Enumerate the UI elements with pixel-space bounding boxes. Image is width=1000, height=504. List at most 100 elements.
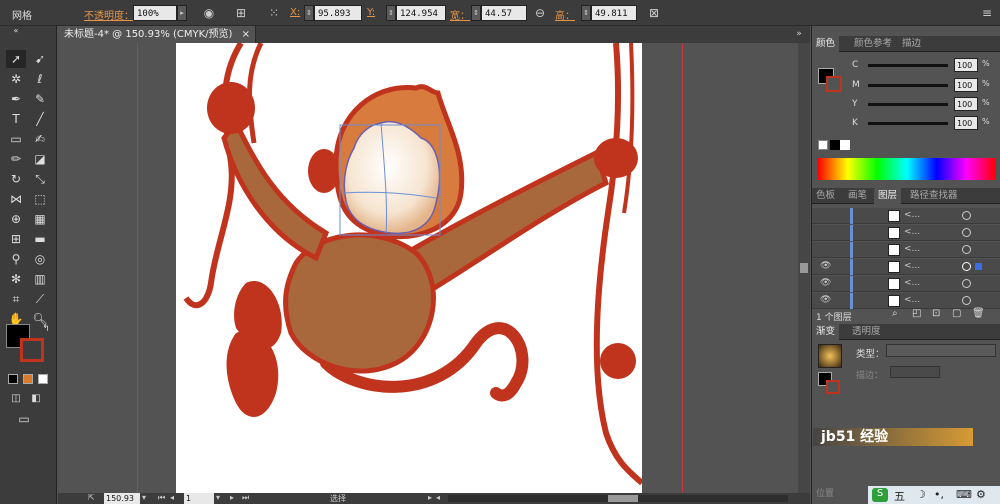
curvature-tool-icon[interactable]: ✎ [30,90,50,108]
keyboard-icon[interactable]: ⌨ [956,488,972,501]
layer-row[interactable]: 👁︎ <... [812,259,1000,275]
m-value[interactable]: 100 [954,78,978,92]
new-layer-icon[interactable]: ▢ [952,308,961,319]
opacity-field[interactable]: 100% [133,5,177,21]
horizontal-scrollbar[interactable] [448,495,788,502]
artboard[interactable] [176,43,645,493]
page-dropdown-icon[interactable]: ▾ [216,493,220,502]
blend-tool-icon[interactable]: ◎ [30,250,50,268]
slider-k[interactable]: K 100% [852,116,997,132]
x-stepper[interactable]: ⇕ [304,5,314,21]
monkey-artwork[interactable] [176,43,645,493]
zoom-dropdown-icon[interactable]: ▾ [142,493,146,502]
hscroll-thumb[interactable] [608,495,638,502]
scrollbar-thumb[interactable] [800,263,808,273]
gradient-preview-swatch[interactable] [818,344,842,368]
none-swatch[interactable] [818,140,828,150]
hscroll-left-icon[interactable]: ◂ [436,493,440,502]
scale-tool-icon[interactable]: ⤡ [30,170,50,188]
x-label[interactable]: X: [290,7,300,18]
width-stepper[interactable]: ⇕ [471,5,481,21]
mesh-tool-icon[interactable]: ⊞ [6,230,26,248]
shape-builder-tool-icon[interactable]: ⊕ [6,210,26,228]
layer-row[interactable]: <... [812,242,1000,258]
tab-gradient[interactable]: 渐变 [812,324,840,340]
lasso-tool-icon[interactable]: ℓ [30,70,50,88]
transform-grid-icon[interactable]: ⊞ [232,4,250,22]
eyedropper-tool-icon[interactable]: ⚲ [6,250,26,268]
transform-icon[interactable]: ⊠ [645,4,663,22]
direct-selection-tool-icon[interactable]: ➹ [30,50,50,68]
width-field[interactable]: 44.57 mm [481,5,527,35]
slider-y[interactable]: Y 100% [852,97,997,113]
selection-tool-icon[interactable]: ➚ [6,50,26,68]
canvas[interactable] [58,43,810,493]
prev-artboard-icon[interactable]: ◂ [170,493,174,502]
artboard-tool-icon[interactable]: ⌗ [6,290,26,308]
k-value[interactable]: 100 [954,116,978,130]
tab-stroke[interactable]: 描边 [898,36,925,52]
color-spectrum[interactable] [818,158,996,180]
moon-icon[interactable]: ☽ [916,488,926,501]
draw-mode-icon[interactable]: ◫ [6,390,26,408]
new-sublayer-icon[interactable]: ⊡ [932,308,940,319]
layer-row[interactable]: 👁︎ <... [812,276,1000,292]
rectangle-tool-icon[interactable]: ▭ [6,130,26,148]
tab-layers[interactable]: 图层 [874,188,902,204]
magic-wand-tool-icon[interactable]: ✲ [6,70,26,88]
line-tool-icon[interactable]: ╱ [30,110,50,128]
swap-colors-icon[interactable]: ↰ [36,320,56,338]
pencil-tool-icon[interactable]: ✏ [6,150,26,168]
delete-layer-icon[interactable]: 🗑︎ [972,308,985,319]
opacity-dropdown[interactable]: ▸ [177,5,187,21]
gradient-mode-icon[interactable] [23,374,33,384]
slider-c[interactable]: C 100% [852,58,997,74]
symbol-sprayer-tool-icon[interactable]: ✻ [6,270,26,288]
ime-mode-label[interactable]: 五 [894,488,905,504]
layer-row[interactable]: 👁︎ <... [812,293,1000,309]
link-proportions-icon[interactable]: ⊖ [531,4,549,22]
last-artboard-icon[interactable]: ⏭ [242,493,249,503]
tab-color[interactable]: 颜色 [812,36,840,52]
height-stepper[interactable]: ⇕ [581,5,591,21]
tab-overflow-icon[interactable]: » [790,26,808,43]
x-field[interactable]: 95.893 mm [314,5,362,35]
free-transform-tool-icon[interactable]: ⬚ [30,190,50,208]
tab-pathfinder[interactable]: 路径查找器 [906,188,962,204]
rotate-tool-icon[interactable]: ↻ [6,170,26,188]
collapse-icon[interactable]: « [6,26,26,36]
settings-icon[interactable]: ⚙ [976,488,986,501]
punctuation-icon[interactable]: •, [934,488,944,501]
next-artboard-icon[interactable]: ▸ [230,493,234,502]
height-label[interactable]: 高： [555,7,575,22]
layer-row[interactable]: <... [812,208,1000,224]
gradient-stroke-box[interactable] [826,380,840,394]
y-value[interactable]: 100 [954,97,978,111]
clipping-mask-icon[interactable]: ◰ [912,308,921,319]
panel-menu-icon[interactable]: ≡ [978,4,996,22]
locate-object-icon[interactable]: ⌕ [892,308,898,319]
width-tool-icon[interactable]: ⋈ [6,190,26,208]
c-value[interactable]: 100 [954,58,978,72]
slice-tool-icon[interactable]: ⟋ [30,290,50,308]
height-field[interactable]: 49.811 mm [591,5,637,35]
align-grid-icon[interactable]: ⁙ [265,4,283,22]
close-tab-icon[interactable]: × [242,26,250,43]
opacity-label[interactable]: 不透明度： [84,7,134,22]
paintbrush-tool-icon[interactable]: ✍ [30,130,50,148]
vertical-scrollbar[interactable] [798,43,810,493]
stroke-gradient-options[interactable] [890,366,940,378]
column-graph-tool-icon[interactable]: ▥ [30,270,50,288]
tab-brushes[interactable]: 画笔 [844,188,871,204]
y-stepper[interactable]: ⇕ [386,5,396,21]
color-stroke-swatch[interactable] [826,76,842,92]
white-swatch[interactable] [840,140,850,150]
artboard-nav-icon[interactable]: ⇱ [88,493,95,502]
sogou-logo-icon[interactable]: S [872,488,888,502]
draw-behind-icon[interactable]: ◧ [26,390,46,408]
black-swatch[interactable] [830,140,840,150]
first-artboard-icon[interactable]: ⏮ [158,493,165,503]
stroke-swatch[interactable] [20,338,44,362]
type-tool-icon[interactable]: T [6,110,26,128]
color-mode-icon[interactable] [8,374,18,384]
